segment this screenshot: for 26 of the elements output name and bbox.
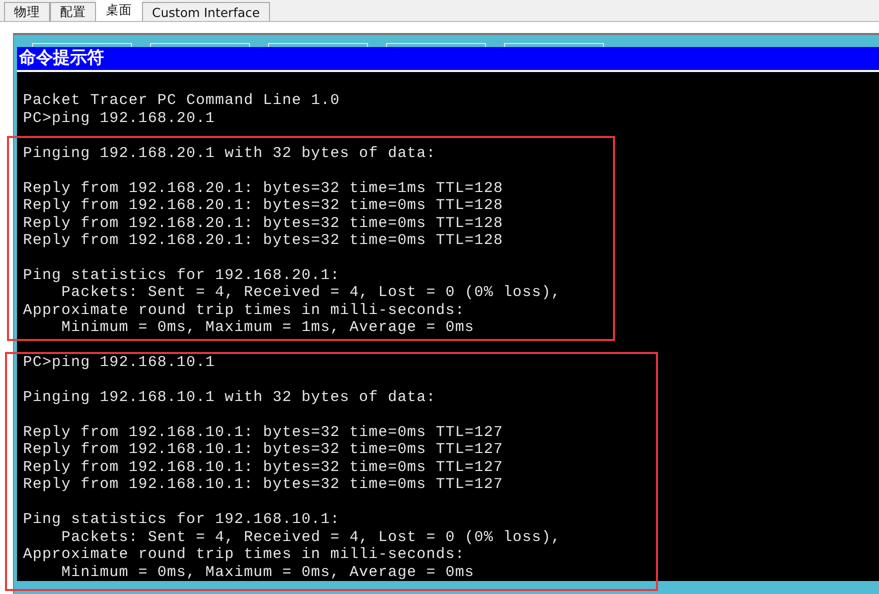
terminal-line: Reply from 192.168.10.1: bytes=32 time=0ms TTL=127 bbox=[23, 441, 504, 459]
terminal-line: Pinging 192.168.20.1 with 32 bytes of data: bbox=[23, 144, 436, 162]
terminal-line: Ping statistics for 192.168.10.1: bbox=[23, 511, 340, 529]
terminal-line: Ping statistics for 192.168.20.1: bbox=[23, 266, 340, 284]
terminal-line: Reply from 192.168.20.1: bytes=32 time=0ms TTL=128 bbox=[23, 232, 504, 250]
tab[interactable]: Custom Interface bbox=[142, 2, 270, 21]
terminal-line: PC>ping 192.168.10.1 bbox=[23, 354, 216, 372]
window-title: 命令提示符 bbox=[17, 47, 879, 72]
terminal-line: Minimum = 0ms, Maximum = 1ms, Average = 0ms bbox=[60, 319, 474, 337]
terminal-line: Reply from 192.168.20.1: bytes=32 time=1ms TTL=128 bbox=[23, 180, 504, 198]
terminal-line: Pinging 192.168.10.1 with 32 bytes of data: bbox=[23, 389, 436, 407]
tab[interactable]: 物理 bbox=[4, 2, 50, 21]
terminal-line: PC>ping 192.168.20.1 bbox=[23, 110, 216, 128]
terminal-line: Reply from 192.168.10.1: bytes=32 time=0ms TTL=127 bbox=[23, 476, 504, 494]
terminal-line: Packets: Sent = 4, Received = 4, Lost = 0 (0% loss), bbox=[60, 284, 561, 302]
terminal-line: Minimum = 0ms, Maximum = 0ms, Average = 0ms bbox=[60, 564, 474, 582]
terminal-line: Reply from 192.168.10.1: bytes=32 time=0ms TTL=127 bbox=[23, 458, 504, 476]
terminal-line: Approximate round trip times in milli-seconds: bbox=[23, 546, 465, 564]
tab[interactable]: 桌面 bbox=[96, 0, 142, 21]
terminal-line: Reply from 192.168.20.1: bytes=32 time=0ms TTL=128 bbox=[23, 197, 504, 215]
terminal-line: Reply from 192.168.20.1: bytes=32 time=0ms TTL=128 bbox=[23, 214, 504, 232]
terminal-line: Reply from 192.168.10.1: bytes=32 time=0ms TTL=127 bbox=[23, 424, 504, 442]
terminal-line: Packet Tracer PC Command Line 1.0 bbox=[23, 92, 340, 110]
tab[interactable]: 配置 bbox=[50, 2, 96, 21]
terminal-line: Approximate round trip times in milli-seconds: bbox=[23, 302, 465, 320]
terminal-line: Packets: Sent = 4, Received = 4, Lost = 0 (0% loss), bbox=[60, 528, 561, 546]
